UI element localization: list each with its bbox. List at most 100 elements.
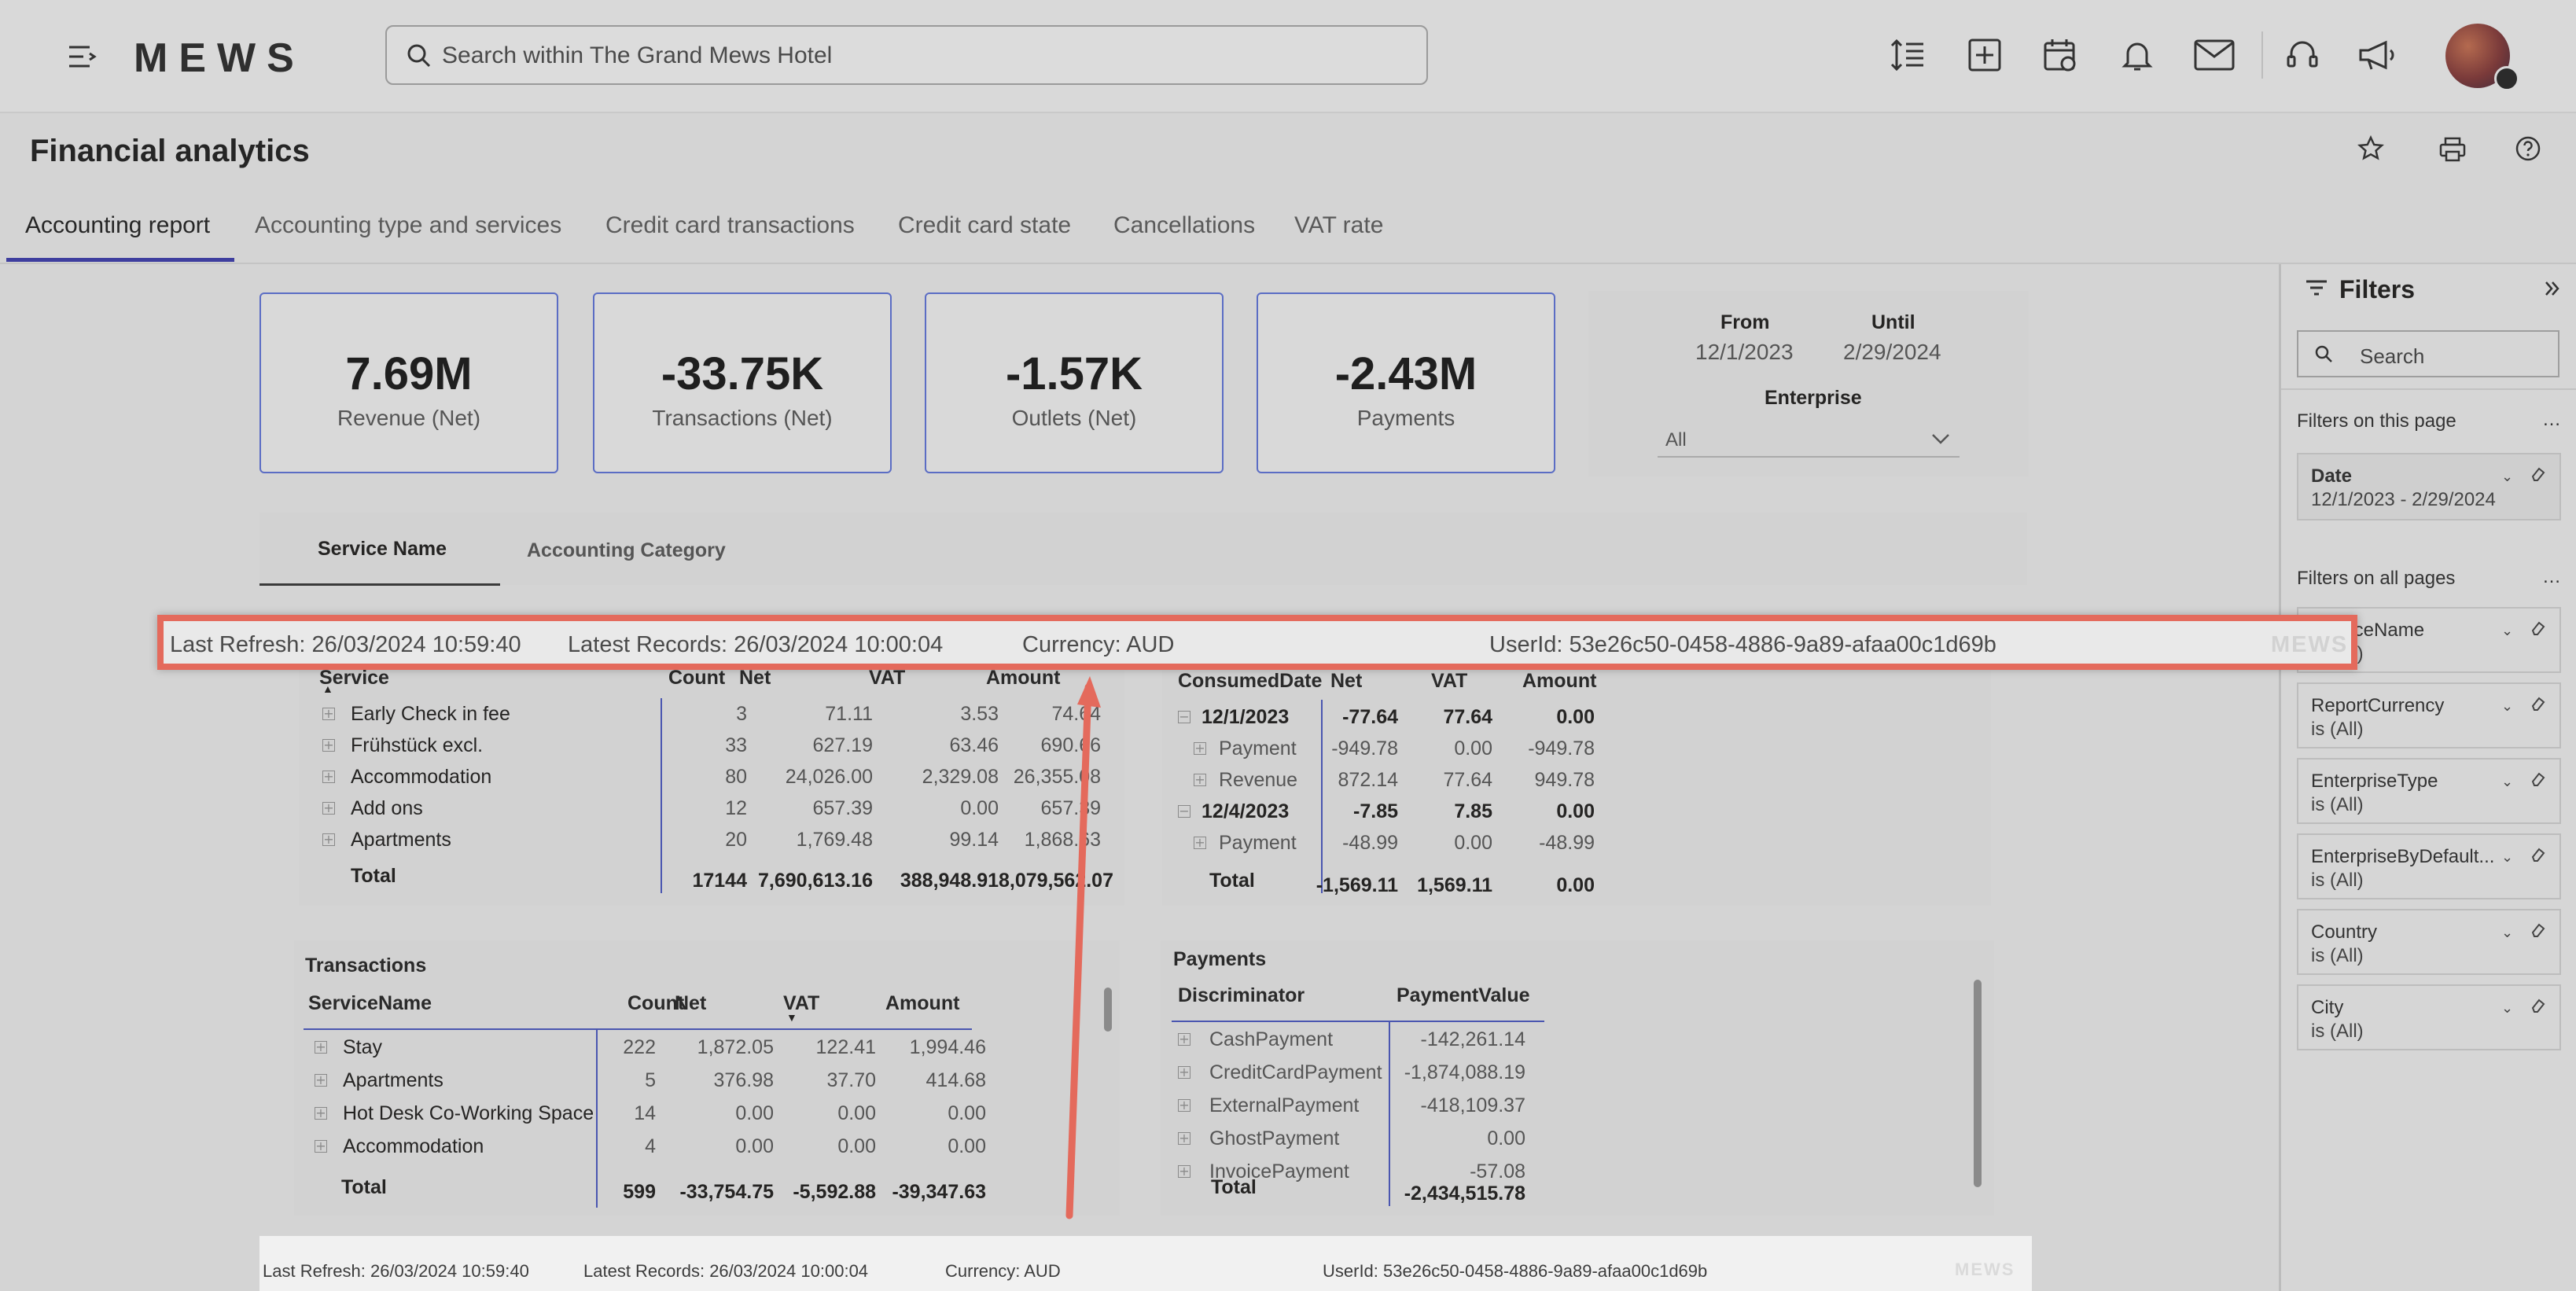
col-discriminator[interactable]: Discriminator	[1178, 984, 1305, 1007]
filter-card[interactable]: EnterpriseType is (All) ⌄	[2297, 758, 2561, 824]
eraser-icon[interactable]	[2530, 846, 2547, 867]
expand-icon[interactable]: +	[1194, 742, 1206, 755]
from-value[interactable]: 12/1/2023	[1695, 340, 1794, 365]
col-net[interactable]: Net	[739, 667, 771, 690]
col-outlet-net[interactable]: Net	[1330, 670, 1362, 693]
col-tx-net[interactable]: Net	[675, 992, 706, 1015]
expand-icon[interactable]: +	[315, 1140, 327, 1153]
col-consumed-date[interactable]: ConsumedDate	[1178, 670, 1322, 693]
subtab-accounting-category[interactable]: Accounting Category	[527, 539, 726, 562]
mail-icon[interactable]	[2194, 39, 2235, 71]
more-options-icon[interactable]: …	[2542, 409, 2561, 431]
chevron-down-icon[interactable]: ⌄	[2501, 698, 2513, 715]
global-search-bar[interactable]: Search within The Grand Mews Hotel	[385, 25, 1428, 85]
outlet-row-value: 77.64	[1443, 706, 1492, 728]
more-options-icon[interactable]: …	[2542, 566, 2561, 588]
service-row-value: 3.53	[960, 703, 999, 725]
outlet-row-label: Revenue	[1219, 769, 1298, 791]
bell-icon[interactable]	[2120, 38, 2155, 72]
payments-scrollbar[interactable]	[1974, 980, 1982, 1187]
expand-icon[interactable]: +	[1178, 1033, 1190, 1046]
chevron-down-icon[interactable]: ⌄	[2501, 1000, 2513, 1017]
expand-icon[interactable]: +	[322, 833, 335, 846]
expand-icon[interactable]: +	[315, 1041, 327, 1054]
chevron-down-icon[interactable]: ⌄	[2501, 774, 2513, 790]
expand-icon[interactable]: +	[1178, 1099, 1190, 1112]
col-tx-amount[interactable]: Amount	[885, 992, 959, 1015]
search-icon	[406, 42, 432, 73]
eraser-icon[interactable]	[2530, 695, 2547, 716]
megaphone-icon[interactable]	[2357, 39, 2398, 71]
filter-card-title: EnterpriseType	[2311, 771, 2438, 792]
transaction-row-value: 222	[623, 1036, 656, 1058]
transaction-row-value: 0.00	[948, 1135, 986, 1157]
tab-credit-card-transactions[interactable]: Credit card transactions	[605, 212, 855, 239]
filter-card-date[interactable]: Date 12/1/2023 - 2/29/2024 ⌄	[2297, 453, 2561, 520]
menu-collapse-icon[interactable]	[66, 41, 98, 72]
until-value[interactable]: 2/29/2024	[1843, 340, 1941, 365]
enterprise-dropdown[interactable]: All	[1658, 423, 1960, 458]
subtab-service-name[interactable]: Service Name	[318, 538, 447, 561]
headset-icon[interactable]	[2285, 38, 2320, 72]
collapse-icon[interactable]: −	[1178, 805, 1190, 818]
eraser-icon[interactable]	[2530, 771, 2547, 792]
col-vat[interactable]: VAT	[869, 667, 905, 690]
header-rule	[1172, 1021, 1544, 1022]
chevron-down-icon[interactable]: ⌄	[2501, 849, 2513, 866]
tab-accounting-report[interactable]: Accounting report	[25, 212, 210, 239]
col-amount[interactable]: Amount	[986, 667, 1060, 690]
tab-vat-rate[interactable]: VAT rate	[1294, 212, 1383, 239]
expand-icon[interactable]: +	[315, 1074, 327, 1087]
chevron-down-icon[interactable]: ⌄	[2501, 925, 2513, 941]
kpi-outlets-card[interactable]: -1.57K Outlets (Net)	[925, 292, 1224, 473]
col-payment-value[interactable]: PaymentValue	[1397, 984, 1530, 1007]
outlet-row-value: 0.00	[1556, 800, 1595, 822]
expand-icon[interactable]: +	[1194, 774, 1206, 786]
filter-card-title: City	[2311, 997, 2344, 1018]
add-box-icon[interactable]	[1967, 38, 2002, 72]
outlet-row-value: -7.85	[1353, 800, 1398, 822]
col-outlet-amount[interactable]: Amount	[1522, 670, 1596, 693]
chevron-down-icon[interactable]: ⌄	[2501, 623, 2513, 639]
expand-icon[interactable]: +	[1178, 1066, 1190, 1079]
expand-icon[interactable]: +	[322, 771, 335, 783]
filters-search-input[interactable]: Search	[2297, 330, 2559, 377]
eraser-icon[interactable]	[2530, 620, 2547, 641]
help-icon[interactable]	[2515, 135, 2541, 162]
expand-icon[interactable]: +	[1178, 1132, 1190, 1145]
expand-icon[interactable]: +	[1194, 837, 1206, 849]
expand-icon[interactable]: +	[315, 1107, 327, 1120]
expand-icon[interactable]: +	[322, 802, 335, 815]
star-icon[interactable]	[2357, 135, 2384, 162]
kpi-revenue-card[interactable]: 7.69M Revenue (Net)	[259, 292, 558, 473]
expand-icon[interactable]: +	[322, 739, 335, 752]
calendar-icon[interactable]	[2043, 38, 2077, 72]
tx-total-count: 599	[623, 1181, 656, 1203]
tab-credit-card-state[interactable]: Credit card state	[898, 212, 1071, 239]
payment-row-value: -57.08	[1470, 1160, 1525, 1182]
chevron-down-icon[interactable]: ⌄	[2501, 469, 2513, 485]
filter-card[interactable]: Country is (All) ⌄	[2297, 909, 2561, 975]
print-icon[interactable]	[2439, 137, 2466, 162]
collapse-icon[interactable]: −	[1178, 711, 1190, 723]
col-outlet-vat[interactable]: VAT	[1431, 670, 1467, 693]
kpi-transactions-card[interactable]: -33.75K Transactions (Net)	[593, 292, 892, 473]
expand-icon[interactable]: +	[1178, 1165, 1190, 1178]
line-spacing-icon[interactable]	[1890, 38, 1925, 72]
col-count[interactable]: Count	[668, 667, 725, 690]
eraser-icon[interactable]	[2530, 465, 2547, 487]
filter-card[interactable]: ReportCurrency is (All) ⌄	[2297, 682, 2561, 748]
filter-card[interactable]: City is (All) ⌄	[2297, 984, 2561, 1050]
filter-card[interactable]: EnterpriseByDefault... is (All) ⌄	[2297, 833, 2561, 899]
payment-row-name: CreditCardPayment	[1209, 1061, 1382, 1083]
service-row-value: 0.00	[960, 797, 999, 819]
collapse-pane-icon[interactable]	[2544, 280, 2561, 301]
kpi-payments-card[interactable]: -2.43M Payments	[1257, 292, 1555, 473]
tab-accounting-type-services[interactable]: Accounting type and services	[255, 212, 561, 239]
eraser-icon[interactable]	[2530, 997, 2547, 1018]
expand-icon[interactable]: +	[322, 708, 335, 720]
tab-cancellations[interactable]: Cancellations	[1113, 212, 1255, 239]
mews-logo[interactable]: MEWS	[134, 35, 305, 82]
eraser-icon[interactable]	[2530, 921, 2547, 943]
col-service-name[interactable]: ServiceName	[308, 992, 432, 1015]
